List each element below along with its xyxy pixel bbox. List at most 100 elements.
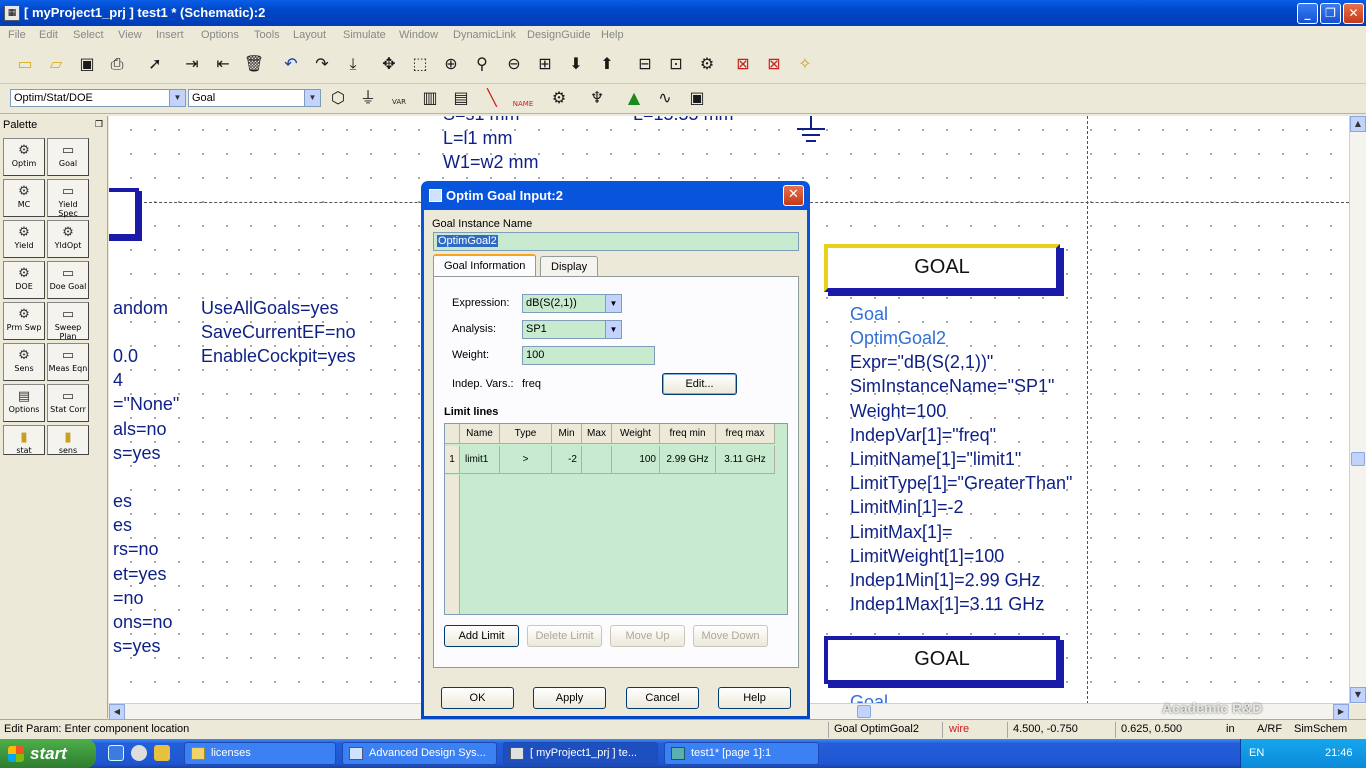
minimize-button[interactable]: _ [1297,3,1318,24]
goal-component-selected[interactable]: GOAL [824,244,1060,292]
instance-name-field[interactable]: OptimGoal2 [433,232,799,251]
chevron-down-icon[interactable]: ▼ [605,321,621,338]
palette-stat[interactable]: ▮ stat [3,425,45,455]
ie-icon[interactable] [108,745,124,761]
component-select[interactable]: Goal ▼ [188,89,321,107]
goal-component[interactable]: GOAL [824,636,1060,684]
limit-name-cell[interactable]: limit1 [460,446,500,474]
palette-library-select[interactable]: Optim/Stat/DOE ▼ [10,89,186,107]
menu-edit[interactable]: Edit [39,29,58,41]
language-indicator[interactable]: EN [1249,747,1264,759]
name-icon[interactable]: NAME [512,87,534,109]
menu-view[interactable]: View [118,29,142,41]
column-header[interactable]: Type [500,424,552,444]
column-header[interactable]: Weight [612,424,660,444]
limit-freq-min-cell[interactable]: 2.99 GHz [660,446,716,474]
menu-file[interactable]: File [8,29,26,41]
scroll-down-icon[interactable]: ▼ [1350,687,1366,703]
limit-type-cell[interactable]: > [500,446,552,474]
palette-yield[interactable]: ⚙ Yield [3,220,45,258]
optim-component-box[interactable] [109,188,139,238]
scroll-up-icon[interactable]: ▲ [1350,116,1366,132]
ok-button[interactable]: OK [441,687,514,709]
menu-dynamiclink[interactable]: DynamicLink [453,29,516,41]
scroll-left-icon[interactable]: ◀ [109,704,125,720]
palette-optim[interactable]: ⚙ Optim [3,138,45,176]
help-button[interactable]: Help [718,687,791,709]
task-layout[interactable]: test1* [page 1]:1 [664,742,819,765]
tuning-icon[interactable]: ♆ [586,87,608,109]
palette-meas-eqn[interactable]: ▭ Meas Eqn [47,343,89,381]
add-limit-button[interactable]: Add Limit [444,625,519,647]
menu-window[interactable]: Window [399,29,438,41]
simulate-icon[interactable]: ⚙ [548,87,570,109]
move-up-button[interactable]: Move Up [610,625,685,647]
cancel-button[interactable]: Cancel [626,687,699,709]
column-header[interactable]: freq max [716,424,775,444]
tab-goal-information[interactable]: Goal Information [433,254,537,278]
bar-chart-icon[interactable]: ▥ [419,87,441,109]
push-down-icon[interactable]: ⤓ [342,53,364,75]
port-icon[interactable]: ⊡ [665,53,687,75]
ref-icon[interactable]: ▤ [450,87,472,109]
palette-yldopt[interactable]: ⚙ YldOpt [47,220,89,258]
analysis-select[interactable]: SP1 ▼ [522,320,622,339]
palette-prm-swp[interactable]: ⚙ Prm Swp [3,302,45,340]
menu-layout[interactable]: Layout [293,29,326,41]
ground-symbol[interactable] [797,116,825,146]
menu-designguide[interactable]: DesignGuide [527,29,591,41]
magic-wand-icon[interactable]: ✧ [794,53,816,75]
palette-options[interactable]: ▤ Options [3,384,45,422]
new-icon[interactable]: ▭ [14,53,36,75]
ground-icon[interactable]: ⏚ [357,87,379,109]
print-icon[interactable]: ⎙ [106,53,128,75]
menu-select[interactable]: Select [73,29,104,41]
vertical-scrollbar[interactable]: ▲ ▼ [1349,116,1366,704]
move-icon[interactable]: ✥ [378,53,400,75]
deactivate-icon[interactable]: ⊠ [732,53,754,75]
view-all-icon[interactable]: ⊞ [534,53,556,75]
tab-display[interactable]: Display [540,256,599,278]
weight-field[interactable]: 100 [522,346,655,365]
apply-button[interactable]: Apply [533,687,606,709]
limit-weight-cell[interactable]: 100 [612,446,660,474]
select-arrow-icon[interactable]: ➚ [144,53,166,75]
palette-sweep-plan[interactable]: ▭ Sweep Plan [47,302,89,341]
delete-trash-icon[interactable]: 🗑 [243,53,265,75]
task-schematic[interactable]: [ myProject1_prj ] te... [503,742,658,765]
limit-min-cell[interactable]: -2 [552,446,582,474]
column-header[interactable]: Max [582,424,612,444]
edit-button[interactable]: Edit... [662,373,737,395]
maximize-button[interactable]: ❐ [1320,3,1341,24]
port-shape-icon[interactable]: ⬡ [327,87,349,109]
zoom-in-icon[interactable]: ⊕ [440,53,462,75]
align-icon[interactable]: ⊟ [634,53,656,75]
zoom-point-icon[interactable]: ⚲ [471,53,493,75]
save-icon[interactable]: ▣ [76,53,98,75]
palette-goal[interactable]: ▭ Goal [47,138,89,176]
wire-icon[interactable]: ╲ [481,87,503,109]
redo-icon[interactable]: ↷ [311,53,333,75]
task-ads[interactable]: Advanced Design Sys... [342,742,497,765]
palette-sens[interactable]: ⚙ Sens [3,343,45,381]
palette-sens-stat[interactable]: ▮ sens [47,425,89,455]
pin-icon[interactable]: ❐ [95,119,103,130]
palette-mc[interactable]: ⚙ MC [3,179,45,217]
menu-tools[interactable]: Tools [254,29,280,41]
push-into-icon[interactable]: ⬇ [565,53,587,75]
open-folder-icon[interactable]: ▱ [45,53,67,75]
limit-lines-table[interactable]: Name Type Min Max Weight freq min freq m… [444,423,788,615]
layout-icon[interactable]: ▣ [686,87,708,109]
messenger-icon[interactable] [154,745,170,761]
rotate-icon[interactable]: ⇤ [212,53,234,75]
task-licenses[interactable]: licenses [184,742,336,765]
zoom-out-icon[interactable]: ⊖ [503,53,525,75]
start-button[interactable]: start [0,739,96,768]
menu-options[interactable]: Options [201,29,239,41]
chevron-down-icon[interactable]: ▼ [605,295,621,312]
data-display-icon[interactable]: ∿ [654,87,676,109]
zoom-area-icon[interactable]: ⬚ [409,53,431,75]
chevron-down-icon[interactable]: ▼ [169,90,185,106]
optimize-icon[interactable]: ▲ [623,87,645,109]
menu-insert[interactable]: Insert [156,29,184,41]
